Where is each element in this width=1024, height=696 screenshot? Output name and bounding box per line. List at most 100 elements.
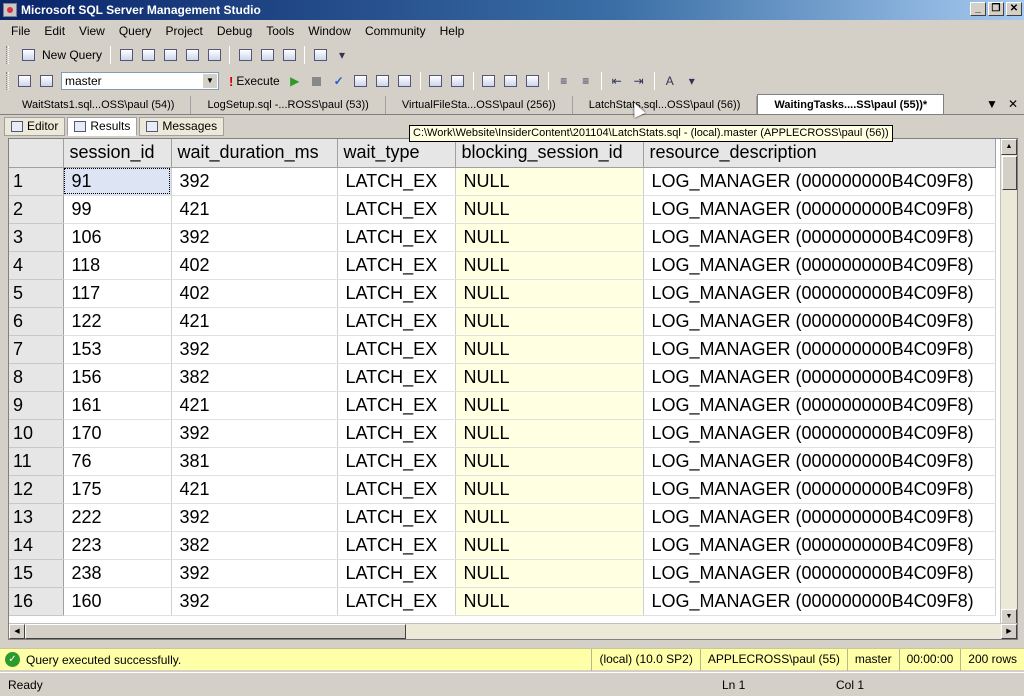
restore-icon[interactable]: ❐ [988, 2, 1004, 16]
results-to-grid-icon[interactable] [480, 72, 498, 90]
table-cell[interactable]: 421 [171, 195, 338, 224]
activity-monitor-icon[interactable] [311, 46, 329, 64]
tab-list-icon[interactable]: ▼ [986, 97, 998, 111]
table-cell[interactable]: NULL [455, 335, 644, 364]
table-cell[interactable]: LATCH_EX [337, 167, 456, 196]
column-header-resource-description[interactable]: resource_description [643, 139, 996, 168]
table-row[interactable]: 13 222 392 LATCH_EX NULL LOG_MANAGER (0000000… [9, 503, 996, 532]
table-cell[interactable]: LOG_MANAGER (000000000B4C09F8) [643, 559, 996, 588]
toolbar-options-icon[interactable]: ▾ [683, 72, 701, 90]
table-cell[interactable]: LATCH_EX [337, 307, 456, 336]
row-number[interactable]: 15 [9, 559, 64, 588]
table-cell[interactable]: NULL [455, 475, 644, 504]
horizontal-scrollbar[interactable]: ◀ ▶ [9, 623, 1017, 639]
table-cell[interactable]: LOG_MANAGER (000000000B4C09F8) [643, 419, 996, 448]
database-engine-query-icon[interactable] [117, 46, 135, 64]
table-cell[interactable]: NULL [455, 363, 644, 392]
table-cell[interactable]: LOG_MANAGER (000000000B4C09F8) [643, 279, 996, 308]
table-cell[interactable]: LATCH_EX [337, 419, 456, 448]
corner-header[interactable] [9, 139, 64, 168]
table-cell[interactable]: 161 [63, 391, 172, 420]
table-row[interactable]: 10 170 392 LATCH_EX NULL LOG_MANAGER (0000000… [9, 419, 996, 448]
table-cell[interactable]: 223 [63, 531, 172, 560]
table-cell[interactable]: LATCH_EX [337, 391, 456, 420]
table-cell[interactable]: LATCH_EX [337, 447, 456, 476]
table-cell[interactable]: LOG_MANAGER (000000000B4C09F8) [643, 251, 996, 280]
table-cell[interactable]: 392 [171, 503, 338, 532]
table-cell[interactable]: 402 [171, 279, 338, 308]
tab-waitstats1[interactable]: WaitStats1.sql...OSS\paul (54)) [6, 96, 192, 114]
menu-edit[interactable]: Edit [37, 24, 72, 38]
table-cell[interactable]: 392 [171, 335, 338, 364]
table-cell[interactable]: 175 [63, 475, 172, 504]
table-cell[interactable]: LOG_MANAGER (000000000B4C09F8) [643, 195, 996, 224]
row-number[interactable]: 13 [9, 503, 64, 532]
table-row[interactable]: 14 223 382 LATCH_EX NULL LOG_MANAGER (0000000… [9, 531, 996, 560]
table-cell[interactable]: 382 [171, 363, 338, 392]
table-cell[interactable]: 381 [171, 447, 338, 476]
menu-help[interactable]: Help [433, 24, 472, 38]
table-cell[interactable]: 91 [63, 167, 172, 196]
table-cell[interactable]: LATCH_EX [337, 475, 456, 504]
uncomment-lines-icon[interactable]: ≡ [577, 72, 595, 90]
row-number[interactable]: 5 [9, 279, 64, 308]
row-number[interactable]: 2 [9, 195, 64, 224]
table-cell[interactable]: 238 [63, 559, 172, 588]
save-icon[interactable] [258, 46, 276, 64]
menu-view[interactable]: View [72, 24, 112, 38]
table-cell[interactable]: LOG_MANAGER (000000000B4C09F8) [643, 475, 996, 504]
table-cell[interactable]: 117 [63, 279, 172, 308]
query-designer-icon[interactable] [374, 72, 392, 90]
tab-editor[interactable]: Editor [4, 116, 66, 136]
vertical-scroll-thumb[interactable] [1002, 156, 1017, 190]
scroll-up-icon[interactable]: ▲ [1001, 139, 1017, 155]
column-header-wait-type[interactable]: wait_type [337, 139, 456, 168]
table-cell[interactable]: LOG_MANAGER (000000000B4C09F8) [643, 363, 996, 392]
table-cell[interactable]: NULL [455, 531, 644, 560]
table-cell[interactable]: LOG_MANAGER (000000000B4C09F8) [643, 335, 996, 364]
scroll-right-icon[interactable]: ▶ [1001, 624, 1017, 639]
row-number[interactable]: 11 [9, 447, 64, 476]
ssms-app-icon[interactable] [3, 3, 17, 17]
table-cell[interactable]: LATCH_EX [337, 559, 456, 588]
menu-community[interactable]: Community [358, 24, 433, 38]
table-cell[interactable]: LATCH_EX [337, 363, 456, 392]
change-connection-icon[interactable] [37, 72, 55, 90]
menu-tools[interactable]: Tools [259, 24, 301, 38]
table-cell[interactable]: LOG_MANAGER (000000000B4C09F8) [643, 223, 996, 252]
table-cell[interactable]: 170 [63, 419, 172, 448]
horizontal-scroll-thumb[interactable] [25, 624, 406, 639]
row-number[interactable]: 12 [9, 475, 64, 504]
table-row[interactable]: 8 156 382 LATCH_EX NULL LOG_MANAGER (00000000… [9, 363, 996, 392]
row-number[interactable]: 3 [9, 223, 64, 252]
row-number[interactable]: 7 [9, 335, 64, 364]
print-icon[interactable] [280, 46, 298, 64]
table-cell[interactable]: LATCH_EX [337, 279, 456, 308]
table-cell[interactable]: NULL [455, 559, 644, 588]
table-cell[interactable]: NULL [455, 195, 644, 224]
table-row[interactable]: 4 118 402 LATCH_EX NULL LOG_MANAGER (00000000… [9, 251, 996, 280]
tab-latchstats[interactable]: LatchStats.sql...OSS\paul (56)) [573, 96, 758, 114]
vertical-scrollbar[interactable]: ▲ ▼ [1000, 139, 1017, 625]
decrease-indent-icon[interactable]: ⇤ [608, 72, 626, 90]
table-cell[interactable]: NULL [455, 391, 644, 420]
table-cell[interactable]: NULL [455, 503, 644, 532]
comment-lines-icon[interactable]: ≡ [555, 72, 573, 90]
table-cell[interactable]: 402 [171, 251, 338, 280]
results-to-text-icon[interactable] [396, 72, 414, 90]
table-cell[interactable]: LOG_MANAGER (000000000B4C09F8) [643, 531, 996, 560]
table-cell[interactable]: LOG_MANAGER (000000000B4C09F8) [643, 447, 996, 476]
results-to-file-icon[interactable] [524, 72, 542, 90]
table-cell[interactable]: 156 [63, 363, 172, 392]
table-row[interactable]: 11 76 381 LATCH_EX NULL LOG_MANAGER (00000000… [9, 447, 996, 476]
table-cell[interactable]: 99 [63, 195, 172, 224]
table-cell[interactable]: LATCH_EX [337, 195, 456, 224]
toolbar-grip[interactable] [6, 46, 9, 64]
execute-button[interactable]: ! Execute [225, 71, 284, 91]
cancel-query-icon[interactable] [308, 72, 326, 90]
table-cell[interactable]: LOG_MANAGER (000000000B4C09F8) [643, 307, 996, 336]
table-row[interactable]: 2 99 421 LATCH_EX NULL LOG_MANAGER (000000000… [9, 195, 996, 224]
increase-indent-icon[interactable]: ⇥ [630, 72, 648, 90]
row-number[interactable]: 10 [9, 419, 64, 448]
table-cell[interactable]: 392 [171, 223, 338, 252]
